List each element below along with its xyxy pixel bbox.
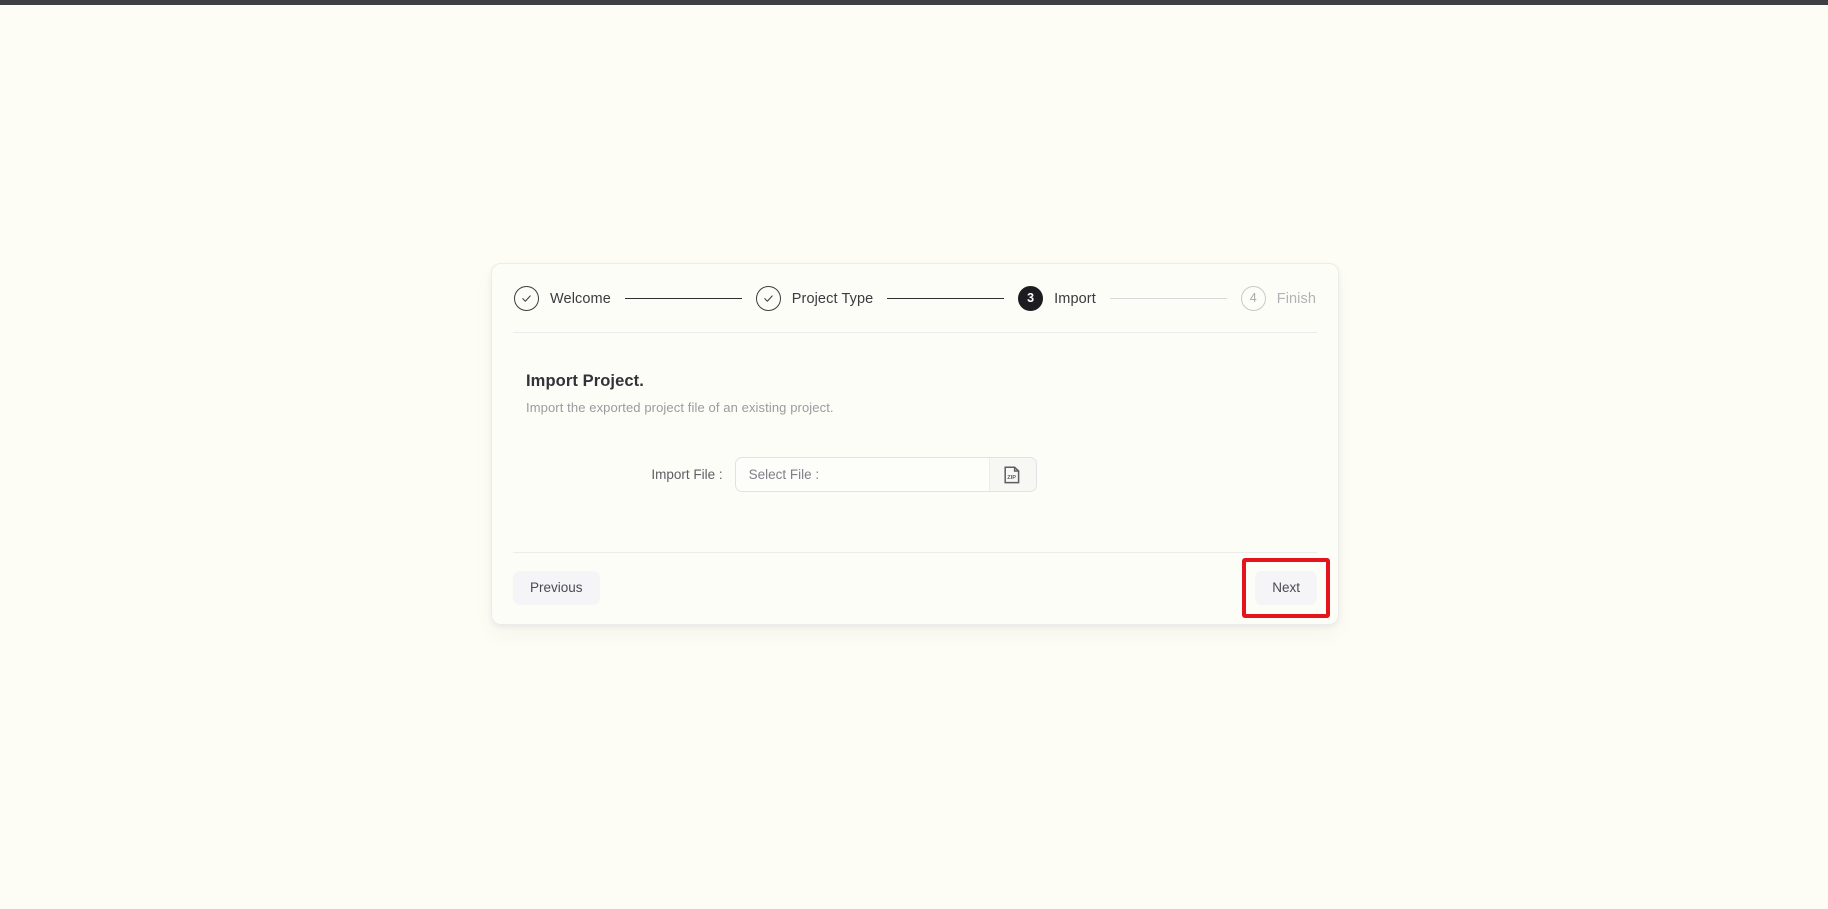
stepper-step-finish[interactable]: 4 Finish — [1240, 286, 1317, 311]
import-wizard-card: Welcome Project Type 3 Import 4 Finish I… — [491, 263, 1339, 625]
step-project-type-label: Project Type — [791, 290, 874, 307]
stepper-step-import[interactable]: 3 Import — [1018, 286, 1096, 311]
stepper-connector-3 — [1109, 298, 1227, 299]
wizard-footer: Previous Next — [492, 553, 1338, 624]
stepper-connector-2 — [887, 298, 1005, 299]
step-welcome-label: Welcome — [550, 290, 611, 307]
step-import-number: 3 — [1027, 291, 1035, 306]
next-button[interactable]: Next — [1255, 571, 1317, 605]
check-icon — [764, 295, 773, 302]
zip-file-icon: ZIP — [1004, 465, 1020, 483]
stepper-step-project-type[interactable]: Project Type — [755, 286, 874, 311]
step-import-circle: 3 — [1018, 286, 1044, 311]
select-file-input[interactable]: Select File : — [736, 458, 989, 491]
import-file-label: Import File : — [651, 467, 723, 482]
check-icon — [522, 295, 531, 302]
step-import-label: Import — [1054, 290, 1096, 307]
page-title: Import Project. — [526, 372, 644, 390]
import-file-input-group[interactable]: Select File : ZIP — [734, 457, 1037, 492]
import-file-row: Import File : Select File : ZIP — [513, 457, 1317, 492]
svg-text:ZIP: ZIP — [1007, 475, 1016, 481]
step-finish-number: 4 — [1249, 291, 1257, 306]
step-finish-circle: 4 — [1240, 286, 1266, 311]
step-finish-label: Finish — [1276, 290, 1317, 307]
page-root: Welcome Project Type 3 Import 4 Finish I… — [0, 5, 1828, 909]
wizard-body: Import Project. Import the exported proj… — [492, 333, 1338, 492]
wizard-stepper: Welcome Project Type 3 Import 4 Finish — [492, 264, 1338, 332]
previous-button[interactable]: Previous — [513, 571, 600, 605]
step-project-type-circle — [755, 286, 781, 311]
stepper-connector-1 — [624, 298, 742, 299]
step-welcome-circle — [514, 286, 539, 311]
browse-file-button[interactable]: ZIP — [988, 458, 1036, 491]
page-subtitle: Import the exported project file of an e… — [526, 400, 834, 415]
next-button-wrapper: Next — [1242, 558, 1330, 618]
stepper-step-welcome[interactable]: Welcome — [514, 286, 611, 311]
